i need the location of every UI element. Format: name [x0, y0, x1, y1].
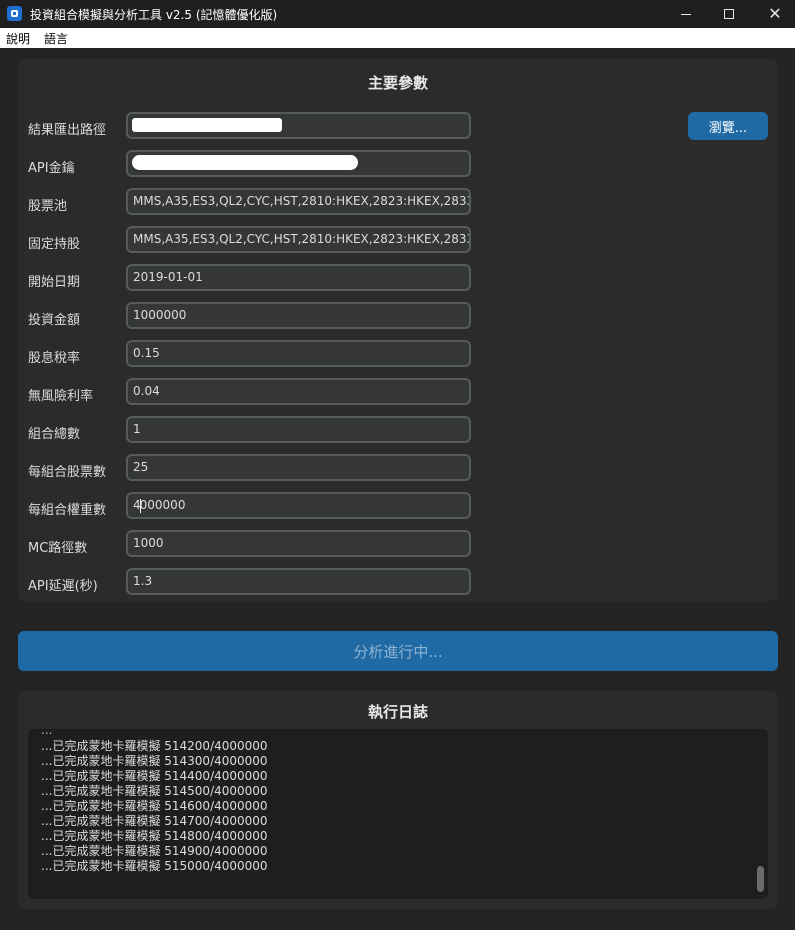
maximize-icon	[724, 9, 734, 19]
fixed-holdings-label: 固定持股	[28, 237, 81, 252]
params-title: 主要參數	[367, 74, 428, 92]
api-delay-label: API延遲(秒)	[28, 579, 98, 594]
browse-button[interactable]: 瀏覽...	[688, 112, 768, 140]
minimize-button[interactable]	[663, 0, 709, 28]
log-line: ...已完成蒙地卡羅模擬 514600/4000000	[41, 799, 268, 813]
menu-bar: 說明 語言	[0, 28, 795, 48]
close-button[interactable]: ✕	[752, 0, 795, 28]
api-key-label: API金鑰	[28, 161, 75, 176]
log-line: ...已完成蒙地卡羅模擬 514300/4000000	[41, 754, 268, 768]
log-line: ...已完成蒙地卡羅模擬 514400/4000000	[41, 769, 268, 783]
title-bar: 投資組合模擬與分析工具 v2.5 (記憶體優化版) ✕	[0, 0, 795, 28]
log-title: 執行日誌	[367, 703, 428, 721]
investment-amount-label: 投資金額	[28, 313, 81, 328]
stocks-per-portfolio-label: 每組合股票數	[28, 465, 107, 480]
export-path-input[interactable]	[126, 112, 471, 139]
stocks-per-portfolio-input[interactable]: 25	[126, 454, 471, 481]
maximize-button[interactable]	[706, 0, 752, 28]
window-title: 投資組合模擬與分析工具 v2.5 (記憶體優化版)	[30, 8, 278, 22]
log-line: ...已完成蒙地卡羅模擬 514900/4000000	[41, 844, 268, 858]
export-path-label: 結果匯出路徑	[28, 123, 107, 138]
redacted-mask	[132, 155, 358, 170]
weights-per-portfolio-label: 每組合權重數	[28, 503, 107, 518]
portfolio-count-input[interactable]: 1	[126, 416, 471, 443]
mc-paths-input[interactable]: 1000	[126, 530, 471, 557]
log-scrollbar[interactable]	[757, 866, 764, 892]
investment-amount-input[interactable]: 1000000	[126, 302, 471, 329]
log-line: ...已完成蒙地卡羅模擬 514800/4000000	[41, 829, 268, 843]
api-key-input[interactable]	[126, 150, 471, 177]
risk-free-rate-label: 無風險利率	[28, 389, 94, 404]
log-panel: 執行日誌 ... ...已完成蒙地卡羅模擬 514200/4000000 ...…	[18, 691, 778, 909]
log-textbox[interactable]: ... ...已完成蒙地卡羅模擬 514200/4000000 ...已完成蒙地…	[28, 729, 768, 899]
log-line: ...已完成蒙地卡羅模擬 514500/4000000	[41, 784, 268, 798]
close-icon: ✕	[768, 4, 782, 23]
log-line: ...已完成蒙地卡羅模擬 515000/4000000	[41, 859, 268, 873]
app-icon	[7, 6, 22, 21]
api-delay-input[interactable]: 1.3	[126, 568, 471, 595]
portfolio-count-label: 組合總數	[28, 427, 81, 442]
weights-per-portfolio-input[interactable]: 4000000	[126, 492, 471, 519]
dividend-tax-input[interactable]: 0.15	[126, 340, 471, 367]
risk-free-rate-input[interactable]: 0.04	[126, 378, 471, 405]
log-line: ...已完成蒙地卡羅模擬 514700/4000000	[41, 814, 268, 828]
log-line: ...已完成蒙地卡羅模擬 514200/4000000	[41, 739, 268, 753]
fixed-holdings-input[interactable]: MMS,A35,ES3,QL2,CYC,HST,2810:HKEX,2823:H…	[126, 226, 471, 253]
input-value-suffix: 000000	[139, 498, 186, 512]
menu-language[interactable]: 語言	[44, 30, 68, 47]
params-panel: 主要參數 結果匯出路徑 瀏覽... API金鑰 股票池 MMS,A35,ES3,…	[18, 59, 778, 601]
redacted-mask	[132, 118, 282, 132]
log-line-partial: ...	[41, 729, 53, 737]
start-date-input[interactable]: 2019-01-01	[126, 264, 471, 291]
dividend-tax-label: 股息稅率	[28, 351, 81, 366]
start-date-label: 開始日期	[28, 275, 81, 290]
mc-paths-label: MC路徑數	[28, 541, 88, 556]
stock-pool-input[interactable]: MMS,A35,ES3,QL2,CYC,HST,2810:HKEX,2823:H…	[126, 188, 471, 215]
menu-help[interactable]: 說明	[6, 30, 30, 47]
minimize-icon	[681, 13, 691, 15]
stock-pool-label: 股票池	[28, 199, 68, 214]
run-analysis-button[interactable]: 分析進行中...	[18, 631, 778, 671]
